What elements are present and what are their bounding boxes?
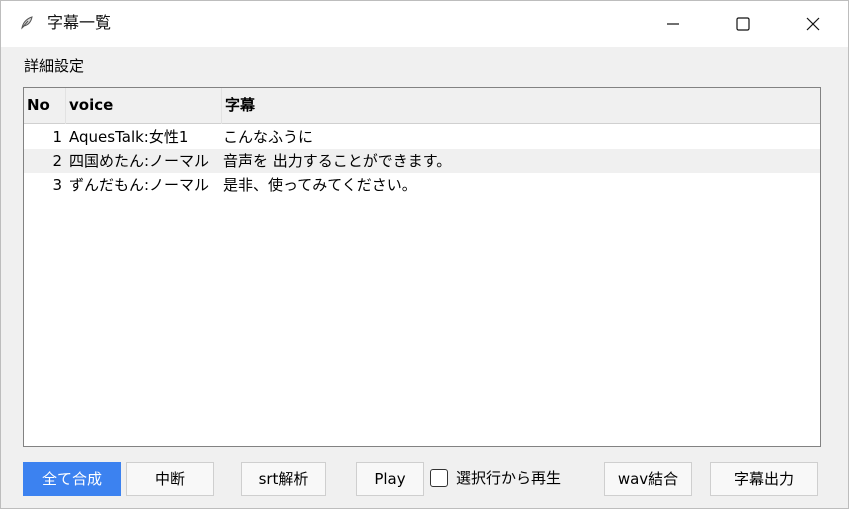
row-number: 3 [52,176,62,194]
close-icon [806,17,820,31]
play-from-selected-label[interactable]: 選択行から再生 [456,467,561,489]
row-voice: 四国めたん:ノーマル [69,152,210,170]
column-header-voice[interactable]: voice [66,88,222,124]
row-subtitle: こんなふうに [223,128,314,146]
column-header-no[interactable]: No [24,88,66,124]
srt-parse-button[interactable]: srt解析 [241,462,326,496]
column-header-subtitle[interactable]: 字幕 [222,88,820,124]
row-number: 2 [52,152,62,170]
row-subtitle: 音声を 出力することができます。 [223,152,452,170]
table-row[interactable]: 1 AquesTalk:女性1 こんなふうに [24,125,820,149]
row-voice: AquesTalk:女性1 [69,128,189,146]
play-from-selected-checkbox[interactable] [430,469,448,487]
menu-bar: 詳細設定 [1,47,848,85]
table-row[interactable]: 3 ずんだもん:ノーマル 是非、使ってみてください。 [24,173,820,197]
subtitle-list-window: 字幕一覧 詳細設定 No voice 字幕 1 AquesTalk:女性1 こん… [0,0,849,509]
row-subtitle: 是非、使ってみてください。 [223,176,417,194]
menu-advanced-settings[interactable]: 詳細設定 [24,56,84,76]
play-button[interactable]: Play [356,462,424,496]
wav-merge-button[interactable]: wav結合 [604,462,692,496]
table-header: No voice 字幕 [24,88,820,124]
abort-button[interactable]: 中断 [126,462,214,496]
feather-app-icon [19,15,35,31]
maximize-icon [736,17,750,31]
minimize-button[interactable] [638,1,708,47]
table-row[interactable]: 2 四国めたん:ノーマル 音声を 出力することができます。 [24,149,820,173]
close-button[interactable] [778,1,848,47]
subtitle-output-button[interactable]: 字幕出力 [710,462,818,496]
row-voice: ずんだもん:ノーマル [69,176,210,194]
minimize-icon [666,17,680,31]
synthesize-all-button[interactable]: 全て合成 [23,462,121,496]
window-title: 字幕一覧 [47,13,112,32]
row-number: 1 [52,128,62,146]
maximize-button[interactable] [708,1,778,47]
subtitle-table[interactable]: No voice 字幕 1 AquesTalk:女性1 こんなふうに 2 四国め… [23,87,821,447]
title-bar[interactable]: 字幕一覧 [1,1,848,47]
